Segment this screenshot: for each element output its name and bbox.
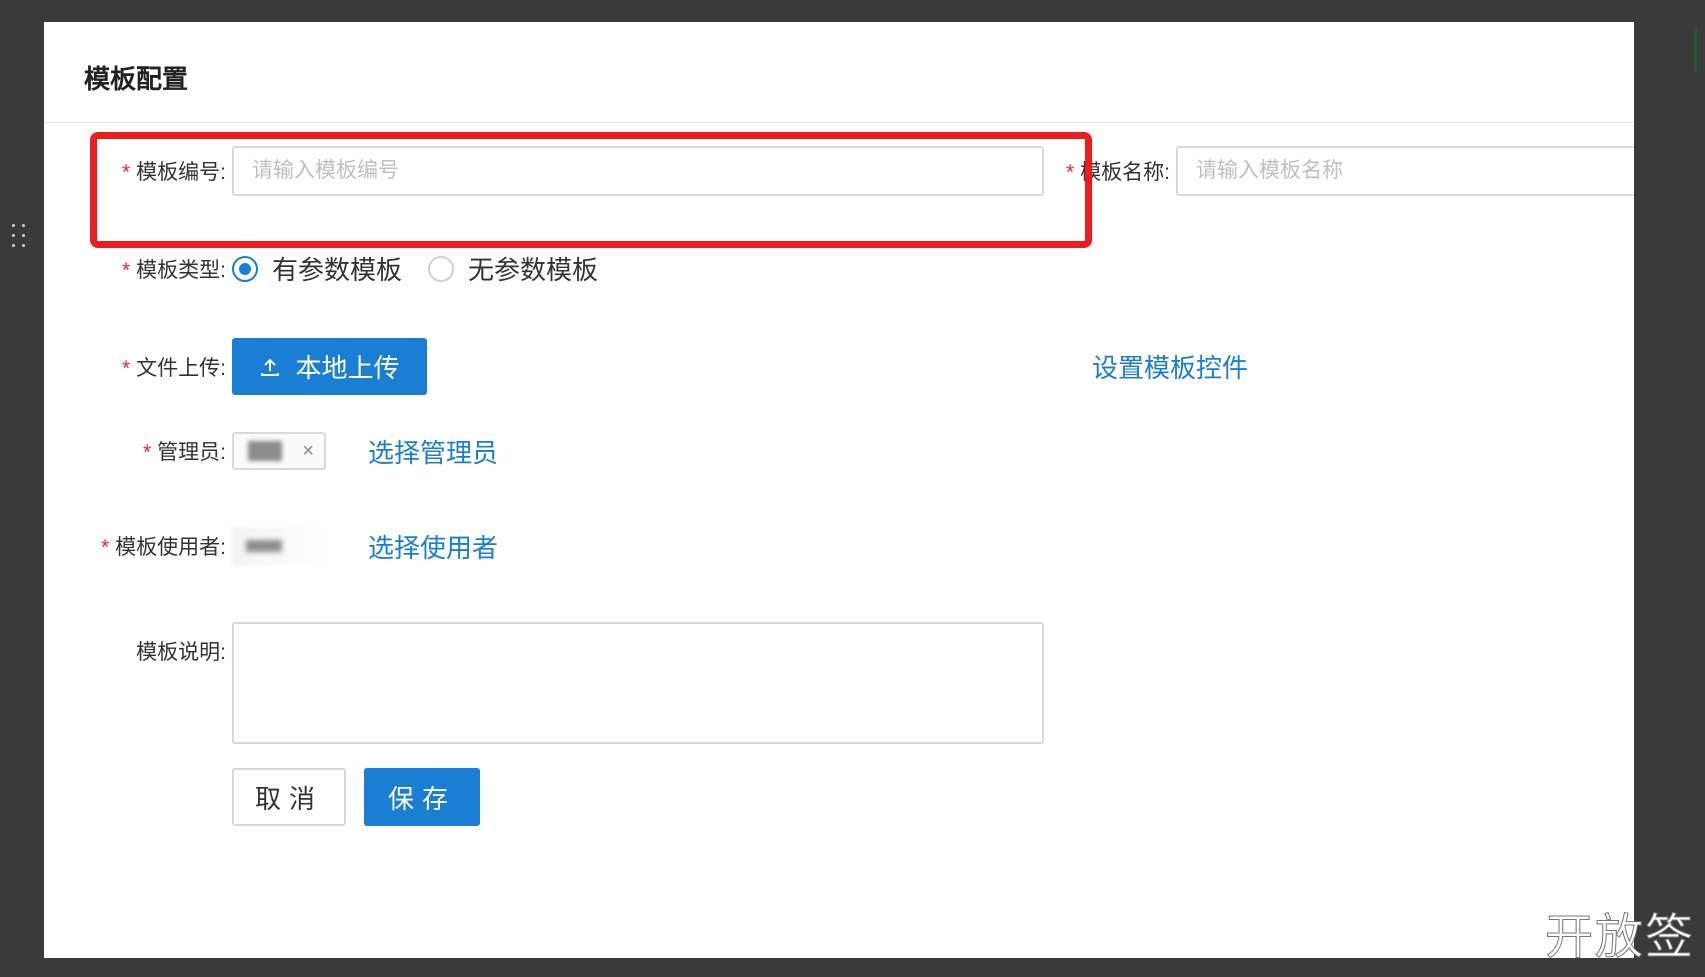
row-configure-link: 设置模板控件 (1092, 348, 1248, 385)
template-no-label: * 模板编号: (121, 161, 226, 184)
description-textarea[interactable] (232, 622, 1044, 744)
local-upload-button[interactable]: 本地上传 (232, 338, 427, 395)
row-template-name: * 模板名称: (1060, 146, 1634, 196)
select-users-link[interactable]: 选择使用者 (368, 528, 498, 565)
select-admin-link[interactable]: 选择管理员 (368, 433, 498, 470)
scrollbar-accent (1694, 28, 1697, 72)
template-name-input[interactable] (1176, 146, 1634, 196)
description-label: 模板说明: (136, 641, 226, 664)
required-mark: * (121, 258, 131, 282)
radio-label: 有参数模板 (272, 255, 403, 285)
redacted-name (248, 441, 282, 461)
required-mark: * (121, 356, 131, 380)
template-name-label: * 模板名称: (1065, 161, 1170, 184)
close-icon[interactable]: × (302, 440, 314, 463)
row-file-upload: * 文件上传: 本地上传 (44, 338, 427, 395)
template-config-dialog: 模板配置 *模板编号: *模板名称: *模板类型: 有参数模板 无参数模板 (44, 22, 1634, 958)
action-buttons: 取消 保存 (232, 768, 480, 826)
user-tag (232, 527, 326, 565)
drag-handle-icon[interactable] (12, 224, 28, 252)
template-type-radio-group: 有参数模板 无参数模板 (232, 250, 624, 287)
admin-label: * 管理员: (142, 441, 226, 464)
upload-icon (259, 356, 281, 378)
radio-checked-icon[interactable] (232, 255, 258, 282)
upload-button-label: 本地上传 (295, 353, 400, 383)
dialog-header: 模板配置 (44, 22, 1634, 123)
required-mark: * (100, 536, 110, 559)
save-button[interactable]: 保存 (364, 768, 480, 826)
required-mark: * (121, 161, 131, 184)
radio-label: 无参数模板 (468, 255, 599, 285)
redacted-name (246, 540, 282, 552)
row-description: 模板说明: (44, 622, 1044, 744)
radio-with-params[interactable]: 有参数模板 (232, 250, 402, 287)
row-users: * 模板使用者: 选择使用者 (44, 527, 498, 565)
radio-without-params[interactable]: 无参数模板 (428, 250, 598, 287)
radio-unchecked-icon[interactable] (428, 255, 455, 282)
file-upload-label: * 文件上传: (121, 356, 226, 380)
cancel-button[interactable]: 取消 (232, 768, 346, 826)
dialog-title: 模板配置 (84, 64, 189, 94)
row-template-type: * 模板类型: 有参数模板 无参数模板 (44, 250, 624, 287)
row-template-no: * 模板编号: (44, 146, 1044, 196)
admin-tag: × (232, 432, 326, 470)
users-label: * 模板使用者: (100, 536, 226, 559)
watermark-logo: 开放签 (1544, 909, 1695, 966)
template-type-label: * 模板类型: (121, 258, 226, 282)
template-no-input[interactable] (232, 146, 1044, 196)
row-admin: * 管理员: × 选择管理员 (44, 432, 498, 470)
configure-controls-link[interactable]: 设置模板控件 (1092, 348, 1248, 385)
required-mark: * (1065, 161, 1075, 184)
required-mark: * (142, 441, 152, 464)
